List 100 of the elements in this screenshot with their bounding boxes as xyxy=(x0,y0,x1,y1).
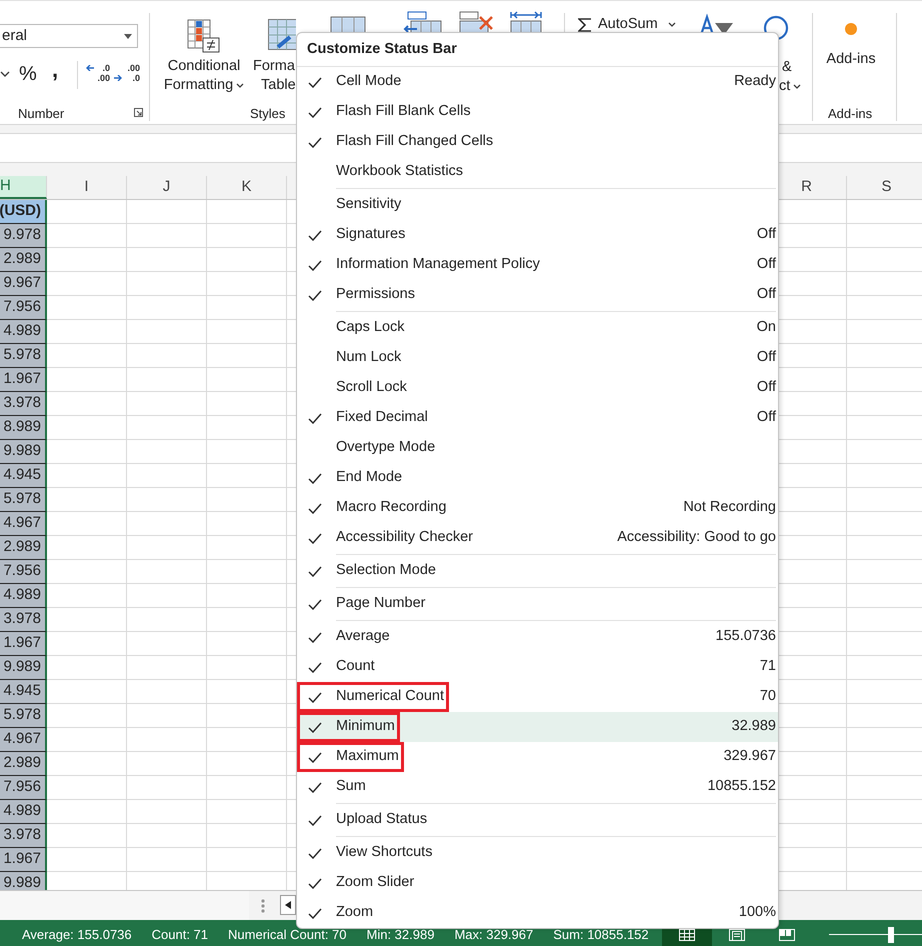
menu-item[interactable]: Overtype Mode xyxy=(297,433,778,463)
number-format-dropdown[interactable]: eral xyxy=(0,24,138,48)
column-header[interactable]: H xyxy=(0,176,47,199)
menu-item[interactable]: Upload Status xyxy=(297,805,778,835)
check-icon xyxy=(308,532,322,544)
format-as-table-button[interactable]: Forma Table xyxy=(250,17,296,103)
menu-item[interactable]: Signatures Off xyxy=(297,220,778,250)
status-value: 155.0736 xyxy=(716,627,776,646)
menu-item[interactable]: Num Lock Off xyxy=(297,343,778,373)
autosum-button[interactable]: AutoSum xyxy=(578,14,676,36)
check-icon xyxy=(308,848,322,858)
menu-item[interactable]: Accessibility Checker Accessibility: Good to go xyxy=(297,523,778,553)
menu-item[interactable]: Flash Fill Blank Cells xyxy=(297,97,778,127)
menu-item-label: Sum xyxy=(336,777,366,796)
increase-decimal-button[interactable]: .0 .00 xyxy=(86,63,110,87)
menu-item[interactable]: Numerical Count 70 xyxy=(297,682,778,712)
check-icon xyxy=(308,814,322,826)
table-cell: 1.967 xyxy=(0,848,47,872)
menu-item[interactable]: Page Number xyxy=(297,589,778,619)
percent-style-button[interactable]: % xyxy=(19,62,37,86)
menu-item-label: Zoom xyxy=(336,903,374,922)
check-icon xyxy=(308,230,322,240)
column-header[interactable]: S xyxy=(847,176,922,199)
column-header[interactable]: I xyxy=(47,176,127,199)
table-cell: 9.989 xyxy=(0,440,47,464)
menu-item-label: Upload Status xyxy=(336,810,428,830)
conditional-formatting-button[interactable]: Conditional Formatting xyxy=(160,17,248,103)
status-value: Off xyxy=(756,408,776,428)
check-icon xyxy=(308,502,322,514)
status-value: Ready xyxy=(734,72,776,92)
menu-item[interactable]: View Shortcuts xyxy=(297,838,778,868)
menu-item[interactable]: Permissions Off xyxy=(297,280,778,310)
menu-item[interactable]: Information Management Policy Off xyxy=(297,250,778,280)
check-icon xyxy=(308,632,322,642)
column-heading-cell: (USD) xyxy=(0,200,47,224)
status-readout: Sum: 10855.152 xyxy=(553,926,649,944)
status-value: Off xyxy=(756,225,776,244)
menu-item[interactable]: Maximum 329.967 xyxy=(297,742,778,772)
check-icon xyxy=(308,472,322,484)
table-cell: 8.989 xyxy=(0,416,47,440)
menu-item-label: Num Lock xyxy=(336,348,402,368)
menu-item-label: Macro Recording xyxy=(336,498,446,518)
menu-item[interactable]: Zoom 100% xyxy=(297,898,778,928)
menu-item[interactable]: Flash Fill Changed Cells xyxy=(297,127,778,157)
table-cell: 5.978 xyxy=(0,344,47,368)
table-cell: 3.978 xyxy=(0,824,47,848)
table-cell: 1.967 xyxy=(0,368,47,392)
menu-item[interactable]: Selection Mode xyxy=(297,556,778,586)
table-cell: 2.989 xyxy=(0,248,47,272)
menu-item[interactable]: Macro Recording Not Recording xyxy=(297,493,778,523)
split-page-icon xyxy=(779,928,795,940)
menu-item-label: Flash Fill Blank Cells xyxy=(336,102,471,122)
menu-item[interactable]: End Mode xyxy=(297,463,778,493)
decrease-decimal-button[interactable]: .00 .0 xyxy=(116,63,140,87)
menu-item[interactable]: Cell Mode Ready xyxy=(297,67,778,97)
table-cell: 4.967 xyxy=(0,512,47,536)
column-header[interactable]: J xyxy=(127,176,207,199)
menu-item-label: View Shortcuts xyxy=(336,843,432,862)
status-readout: Numerical Count: 70 xyxy=(228,926,347,944)
table-cell: 5.978 xyxy=(0,704,47,728)
check-icon xyxy=(308,136,322,148)
column-header[interactable]: K xyxy=(207,176,287,199)
menu-item[interactable]: Zoom Slider xyxy=(297,868,778,898)
menu-item[interactable]: Average 155.0736 xyxy=(297,622,778,652)
table-cell: 9.978 xyxy=(0,224,47,248)
add-ins-button[interactable]: Add-ins xyxy=(820,23,882,79)
zoom-slider[interactable] xyxy=(829,926,922,942)
menu-item[interactable]: Scroll Lock Off xyxy=(297,373,778,403)
table-cell: 3.978 xyxy=(0,392,47,416)
status-value: Off xyxy=(756,348,776,368)
scroll-left-button[interactable] xyxy=(280,895,296,915)
group-label: Styles xyxy=(250,105,286,123)
table-cell: 9.989 xyxy=(0,656,47,680)
table-cell: 4.967 xyxy=(0,728,47,752)
check-icon xyxy=(308,782,322,792)
menu-item-label: Workbook Statistics xyxy=(336,162,464,182)
menu-item[interactable]: Fixed Decimal Off xyxy=(297,403,778,433)
menu-item-label: Flash Fill Changed Cells xyxy=(336,132,494,152)
menu-item-label: Average xyxy=(336,627,390,646)
table-cell: 7.956 xyxy=(0,296,47,320)
table-cell: 1.967 xyxy=(0,632,47,656)
menu-item[interactable]: Minimum 32.989 xyxy=(297,712,778,742)
status-readout: Min: 32.989 xyxy=(366,926,434,944)
comma-style-button[interactable]: , xyxy=(52,58,58,82)
status-readout: Average: 155.0736 xyxy=(22,926,132,944)
status-value: Off xyxy=(756,378,776,398)
check-icon xyxy=(308,290,322,300)
check-icon xyxy=(308,878,322,888)
table-cell: 4.989 xyxy=(0,800,47,824)
slider-thumb[interactable] xyxy=(888,926,894,942)
caret-icon xyxy=(668,22,676,28)
menu-item-label: Page Number xyxy=(336,594,426,614)
menu-item[interactable]: Sum 10855.152 xyxy=(297,772,778,802)
menu-title: Customize Status Bar xyxy=(297,33,778,67)
menu-item-label: End Mode xyxy=(336,468,402,488)
menu-item[interactable]: Count 71 xyxy=(297,652,778,682)
status-value: 70 xyxy=(760,687,776,706)
sigma-icon xyxy=(578,16,592,33)
menu-item[interactable]: Caps Lock On xyxy=(297,313,778,343)
table-cell: 4.989 xyxy=(0,320,47,344)
